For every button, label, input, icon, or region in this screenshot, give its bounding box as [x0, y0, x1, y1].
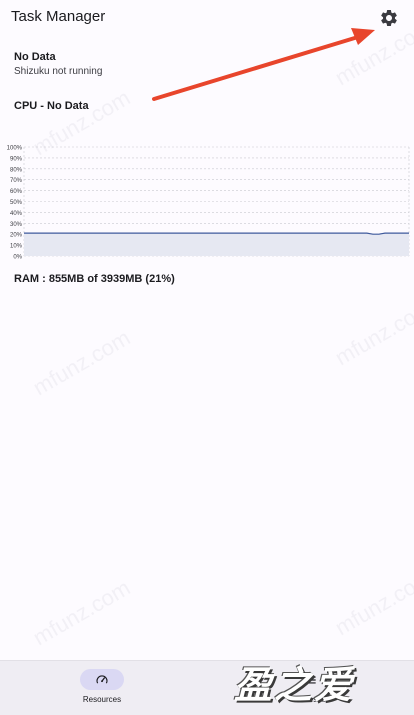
y-tick-label: 50%: [10, 200, 23, 206]
y-tick-label: 40%: [10, 211, 23, 217]
y-tick-label: 10%: [10, 244, 23, 250]
status-title: No Data: [14, 51, 56, 63]
nav-label-processes: Processes: [292, 695, 330, 704]
cpu-usage-chart: 100% 90% 80% 70% 60% 50% 40% 30% 20% 10% 0%: [7, 146, 410, 261]
top-app-bar: Task Manager: [0, 0, 414, 36]
ram-usage-label: RAM : 855MB of 3939MB (21%): [14, 273, 175, 285]
y-tick-label: 100%: [7, 146, 23, 152]
y-tick-label: 20%: [10, 233, 23, 239]
nav-item-resources[interactable]: Resources: [47, 667, 157, 711]
series-area: [24, 233, 409, 256]
y-tick-label: 0%: [13, 255, 22, 261]
gear-icon[interactable]: [379, 8, 399, 28]
cpu-label: CPU - No Data: [14, 100, 89, 112]
watermark-text: mfunz.com: [28, 324, 135, 401]
app-title: Task Manager: [11, 8, 106, 25]
speedometer-icon: [96, 674, 108, 683]
watermark-text: mfunz.com: [28, 574, 135, 651]
y-tick-label: 70%: [10, 178, 23, 184]
shizuku-status: No Data Shizuku not running: [14, 51, 102, 77]
list-icon: [306, 676, 316, 683]
nav-active-indicator: [80, 669, 124, 690]
y-tick-label: 90%: [10, 156, 23, 162]
app-screen: Task Manager No Data Shizuku not running…: [0, 0, 414, 715]
nav-inactive-indicator: [289, 669, 333, 690]
watermark-text: mfunz.com: [330, 564, 414, 641]
nav-label-resources: Resources: [82, 695, 122, 704]
bottom-navigation: Resources Processes: [0, 660, 414, 715]
watermark-text: mfunz.com: [330, 294, 414, 371]
y-tick-label: 80%: [10, 167, 23, 173]
y-tick-label: 30%: [10, 222, 23, 228]
status-subtitle: Shizuku not running: [14, 66, 103, 77]
nav-item-processes[interactable]: Processes: [256, 667, 366, 711]
y-tick-label: 60%: [10, 189, 23, 195]
